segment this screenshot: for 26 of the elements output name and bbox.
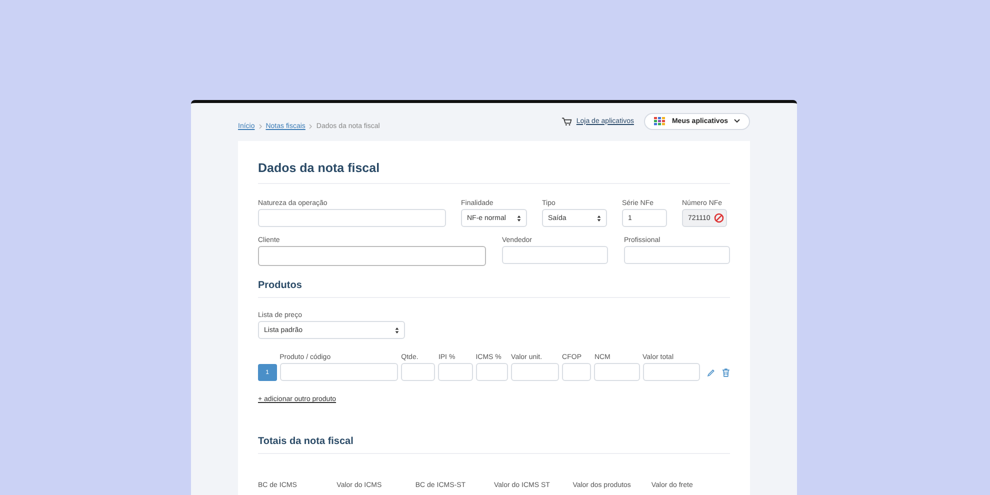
up-down-arrows-icon — [395, 326, 399, 334]
up-down-arrows-icon — [517, 214, 521, 222]
input-field[interactable] — [476, 363, 508, 381]
input-field[interactable] — [502, 246, 608, 264]
input-field[interactable] — [401, 363, 436, 381]
chevron-icon — [309, 124, 312, 128]
section-title: Produtos — [258, 280, 303, 291]
caret-icon — [734, 119, 740, 123]
input-field[interactable] — [258, 246, 486, 266]
section-title: Dados da nota fiscal — [258, 161, 381, 175]
pencil-icon[interactable] — [707, 369, 716, 377]
input-field[interactable] — [562, 363, 592, 381]
input-field[interactable] — [438, 363, 473, 381]
input-field[interactable] — [594, 363, 640, 381]
up-down-arrows-icon — [597, 214, 601, 222]
forbidden-icon — [714, 213, 724, 223]
chevron-icon — [258, 124, 262, 128]
input-field[interactable] — [280, 363, 398, 381]
cart-icon[interactable] — [562, 116, 572, 126]
apps-grid-icon — [654, 116, 666, 126]
section-title: Totais da nota fiscal — [258, 436, 354, 447]
input-field[interactable] — [258, 209, 446, 227]
input-field[interactable] — [642, 363, 700, 381]
input-field[interactable] — [624, 246, 730, 264]
trash-icon[interactable] — [722, 368, 730, 377]
input-field[interactable] — [511, 363, 560, 381]
